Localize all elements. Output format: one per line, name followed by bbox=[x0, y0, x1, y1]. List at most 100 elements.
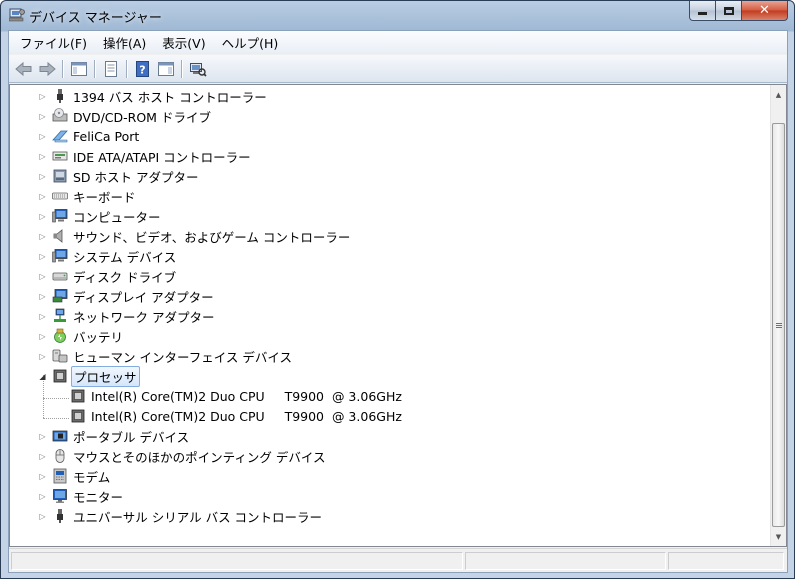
forward-button[interactable] bbox=[35, 58, 58, 80]
tree-item-label: ユニバーサル シリアル バス コントローラー bbox=[73, 509, 323, 525]
tree-item-label: マウスとそのほかのポインティング デバイス bbox=[73, 449, 326, 465]
expand-arrow-icon[interactable]: ▷ bbox=[38, 332, 47, 341]
tree-item-label: Intel(R) Core(TM)2 Duo CPU T9900 @ 3.06G… bbox=[91, 388, 402, 404]
tree-item-label: 1394 バス ホスト コントローラー bbox=[73, 89, 267, 105]
scroll-down-arrow-icon[interactable]: ▼ bbox=[771, 528, 786, 545]
menu-file[interactable]: ファイル(F) bbox=[12, 31, 95, 54]
tree-category-row[interactable]: ▷ モデム bbox=[38, 466, 112, 486]
tree-category-row[interactable]: ▷ ネットワーク アダプター bbox=[38, 306, 216, 326]
show-hide-console-tree-button[interactable] bbox=[67, 58, 90, 80]
expand-arrow-icon[interactable]: ▷ bbox=[38, 132, 47, 141]
expand-arrow-icon[interactable]: ▷ bbox=[38, 212, 47, 221]
minimize-button[interactable] bbox=[689, 1, 716, 21]
tree-category-row[interactable]: ▷ ポータブル デバイス bbox=[38, 426, 191, 446]
toolbar-separator bbox=[126, 59, 127, 78]
sd-host-icon bbox=[52, 168, 68, 184]
maximize-icon bbox=[723, 6, 734, 15]
device-tree-panel: ▷ 1394 バス ホスト コントローラー ▷ DVD/CD-ROM ドライブ ▷ Fel… bbox=[9, 84, 787, 547]
expand-arrow-icon[interactable]: ▷ bbox=[38, 252, 47, 261]
expand-arrow-icon[interactable]: ▷ bbox=[38, 172, 47, 181]
expand-arrow-icon[interactable]: ▷ bbox=[38, 232, 47, 241]
scrollbar-thumb[interactable] bbox=[772, 123, 785, 527]
expand-arrow-icon[interactable]: ▷ bbox=[38, 512, 47, 521]
tree-category-row[interactable]: ▷ ディスプレイ アダプター bbox=[38, 286, 216, 306]
processor-icon bbox=[70, 388, 86, 404]
monitor-icon bbox=[52, 488, 68, 504]
tree-category-row[interactable]: ▷ モニター bbox=[38, 486, 125, 506]
expand-arrow-icon[interactable]: ▷ bbox=[38, 432, 47, 441]
properties-icon bbox=[104, 60, 117, 77]
expand-arrow-icon[interactable]: ▷ bbox=[38, 312, 47, 321]
device-manager-icon bbox=[9, 8, 25, 22]
menu-help[interactable]: ヘルプ(H) bbox=[214, 31, 287, 54]
tree-category-row[interactable]: ▷ ディスク ドライブ bbox=[38, 266, 178, 286]
scroll-up-arrow-icon[interactable]: ▲ bbox=[771, 86, 786, 103]
tree-category-row[interactable]: ▷ IDE ATA/ATAPI コントローラー bbox=[38, 146, 253, 166]
scan-hardware-changes-button[interactable] bbox=[186, 58, 209, 80]
tree-category-row[interactable]: ▷ 1394 バス ホスト コントローラー bbox=[38, 86, 269, 106]
expand-arrow-icon[interactable]: ▷ bbox=[38, 292, 47, 301]
collapse-arrow-icon[interactable]: ◢ bbox=[38, 372, 47, 381]
grip-line bbox=[776, 327, 782, 328]
tree-category-row[interactable]: ▷ システム デバイス bbox=[38, 246, 178, 266]
menu-bar: ファイル(F) 操作(A) 表示(V) ヘルプ(H) bbox=[9, 31, 787, 54]
tree-device-row[interactable]: Intel(R) Core(TM)2 Duo CPU T9900 @ 3.06G… bbox=[70, 406, 404, 426]
tree-category-row[interactable]: ▷ キーボード bbox=[38, 186, 138, 206]
tree-item-label: モニター bbox=[73, 489, 124, 505]
tree-item-label: ディスプレイ アダプター bbox=[73, 289, 214, 305]
status-bar bbox=[9, 548, 787, 572]
properties-button[interactable] bbox=[99, 58, 122, 80]
grip-line bbox=[776, 325, 782, 326]
tree-item-label: ヒューマン インターフェイス デバイス bbox=[73, 349, 292, 365]
help-button[interactable]: ? bbox=[131, 58, 154, 80]
tree-category-row[interactable]: ▷ FeliCa Port bbox=[38, 126, 141, 146]
forward-arrow-icon bbox=[39, 61, 56, 76]
toolbar-separator bbox=[62, 59, 63, 78]
menu-action[interactable]: 操作(A) bbox=[95, 31, 154, 54]
device-tree[interactable]: ▷ 1394 バス ホスト コントローラー ▷ DVD/CD-ROM ドライブ ▷ Fel… bbox=[10, 85, 772, 546]
tree-category-row[interactable]: ▷ バッテリ bbox=[38, 326, 125, 346]
expand-arrow-icon[interactable]: ▷ bbox=[38, 492, 47, 501]
expand-arrow-icon[interactable]: ▷ bbox=[38, 472, 47, 481]
expand-arrow-icon[interactable]: ▷ bbox=[38, 452, 47, 461]
scan-hardware-icon bbox=[189, 62, 207, 77]
dvd-drive-icon bbox=[52, 108, 68, 124]
maximize-button[interactable] bbox=[716, 1, 742, 21]
close-button[interactable]: ✕ bbox=[742, 1, 788, 21]
computer-icon bbox=[52, 208, 68, 224]
expand-arrow-icon[interactable]: ▷ bbox=[38, 152, 47, 161]
status-pane-2 bbox=[465, 552, 666, 570]
tree-item-label: システム デバイス bbox=[73, 249, 177, 265]
tree-category-row[interactable]: ▷ SD ホスト アダプター bbox=[38, 166, 201, 186]
toolbar-separator bbox=[94, 59, 95, 78]
caption-buttons: ✕ bbox=[689, 1, 788, 21]
back-button[interactable] bbox=[12, 58, 35, 80]
speaker-icon bbox=[52, 228, 68, 244]
tree-category-row[interactable]: ▷ サウンド、ビデオ、およびゲーム コントローラー bbox=[38, 226, 352, 246]
expand-arrow-icon[interactable]: ▷ bbox=[38, 112, 47, 121]
tree-category-row[interactable]: ▷ ユニバーサル シリアル バス コントローラー bbox=[38, 506, 324, 526]
tree-category-row[interactable]: ▷ ヒューマン インターフェイス デバイス bbox=[38, 346, 294, 366]
tree-category-row[interactable]: ◢ プロセッサ bbox=[38, 365, 140, 387]
title-bar[interactable]: デバイス マネージャー ✕ bbox=[1, 1, 794, 30]
tree-device-row[interactable]: Intel(R) Core(TM)2 Duo CPU T9900 @ 3.06G… bbox=[70, 386, 404, 406]
expand-arrow-icon[interactable]: ▷ bbox=[38, 352, 47, 361]
tree-item-label: FeliCa Port bbox=[73, 128, 140, 144]
expand-arrow-icon[interactable]: ▷ bbox=[38, 272, 47, 281]
tree-item-label: ネットワーク アダプター bbox=[73, 309, 215, 325]
tree-category-row[interactable]: ▷ コンピューター bbox=[38, 206, 163, 226]
expand-arrow-icon[interactable]: ▷ bbox=[38, 92, 47, 101]
tree-item-label: Intel(R) Core(TM)2 Duo CPU T9900 @ 3.06G… bbox=[91, 408, 402, 424]
tree-category-row[interactable]: ▷ マウスとそのほかのポインティング デバイス bbox=[38, 446, 327, 466]
tree-item-label: バッテリ bbox=[73, 329, 124, 345]
expand-arrow-icon[interactable]: ▷ bbox=[38, 192, 47, 201]
vertical-scrollbar[interactable]: ▲ ▼ bbox=[770, 85, 786, 546]
tree-guide-line bbox=[43, 418, 69, 419]
help-icon: ? bbox=[135, 60, 149, 77]
menu-view[interactable]: 表示(V) bbox=[154, 31, 213, 54]
show-action-pane-button[interactable] bbox=[154, 58, 177, 80]
status-pane-main bbox=[11, 552, 463, 570]
svg-text:?: ? bbox=[139, 63, 145, 76]
tree-category-row[interactable]: ▷ DVD/CD-ROM ドライブ bbox=[38, 106, 213, 126]
tree-item-label: SD ホスト アダプター bbox=[73, 169, 199, 185]
